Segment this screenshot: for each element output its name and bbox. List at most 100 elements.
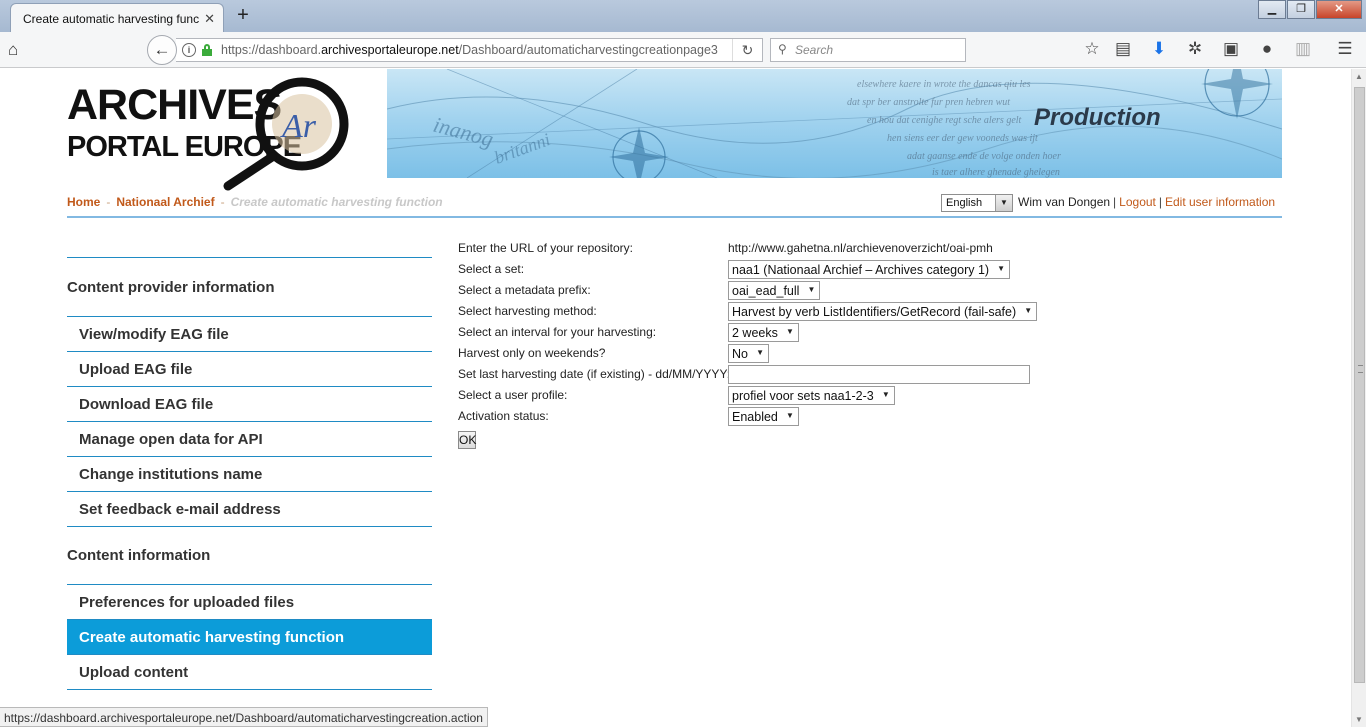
new-tab-button[interactable]: + xyxy=(232,4,254,27)
search-placeholder: Search xyxy=(795,43,834,57)
repository-url-label: Enter the URL of your repository: xyxy=(458,241,633,255)
addon-icon[interactable]: ● xyxy=(1256,39,1278,59)
vertical-scrollbar[interactable]: ▲ ▼ xyxy=(1351,69,1366,727)
breadcrumb: Home - Nationaal Archief - Create automatic … xyxy=(67,195,443,209)
chevron-down-icon: ▼ xyxy=(997,264,1006,273)
chevron-down-icon: ▼ xyxy=(807,285,816,294)
sidebar-icon[interactable]: ▣ xyxy=(1220,39,1242,59)
url-domain: archivesportaleurope.net xyxy=(321,43,459,57)
title-bar: Create automatic harvesting func ✕ + ▁ ❐… xyxy=(0,0,1366,32)
bookmark-star-icon[interactable]: ☆ xyxy=(1081,39,1103,59)
breadcrumb-home-link[interactable]: Home xyxy=(67,195,100,209)
user-profile-label: Select a user profile: xyxy=(458,388,568,402)
extension-icon[interactable]: ✲ xyxy=(1184,39,1206,59)
user-profile-select[interactable]: profiel voor sets naa1-2-3 ▼ xyxy=(728,386,895,405)
status-bar: https://dashboard.archivesportaleurope.n… xyxy=(0,707,488,727)
edit-user-link[interactable]: Edit user information xyxy=(1165,195,1275,209)
interval-value: 2 weeks xyxy=(732,326,778,340)
harvesting-form: Enter the URL of your repository: http:/… xyxy=(458,241,1058,451)
url-path: /Dashboard/automaticharvestingcreationpa… xyxy=(458,43,718,57)
harvesting-method-value: Harvest by verb ListIdentifiers/GetRecor… xyxy=(732,305,1017,319)
user-name: Wim van Dongen xyxy=(1018,195,1111,209)
nav-bar: ⌂ i https://dashboard.archivesportaleuro… xyxy=(0,32,1366,68)
activation-status-select[interactable]: Enabled ▼ xyxy=(728,407,799,426)
interval-label: Select an interval for your harvesting: xyxy=(458,325,657,339)
maximize-button[interactable]: ❐ xyxy=(1287,0,1315,19)
page-content: ARCHIVES PORTAL EUROPE Ar inanog britann… xyxy=(0,69,1351,727)
sidebar-item-upload-eag[interactable]: Upload EAG file xyxy=(67,352,432,387)
sidebar-item-upload-content[interactable]: Upload content xyxy=(67,655,432,690)
user-profile-value: profiel voor sets naa1-2-3 xyxy=(732,389,874,403)
logout-link[interactable]: Logout xyxy=(1119,195,1156,209)
metadata-prefix-select[interactable]: oai_ead_full ▼ xyxy=(728,281,821,300)
harvesting-method-select[interactable]: Harvest by verb ListIdentifiers/GetRecor… xyxy=(728,302,1038,321)
scroll-thumb[interactable] xyxy=(1354,87,1365,683)
sidebar-item-view-modify-eag[interactable]: View/modify EAG file xyxy=(67,317,432,352)
scroll-down-icon[interactable]: ▼ xyxy=(1355,715,1363,724)
search-input[interactable]: ⚲ Search xyxy=(770,38,966,62)
svg-text:is taer alhere ghenade ghelege: is taer alhere ghenade ghelegen xyxy=(932,167,1060,178)
home-icon[interactable]: ⌂ xyxy=(8,40,18,60)
download-icon[interactable]: ⬇ xyxy=(1148,39,1170,59)
close-window-button[interactable]: ✕ xyxy=(1316,0,1362,19)
reading-list-icon[interactable]: ▤ xyxy=(1112,39,1134,59)
last-harvest-date-label: Set last harvesting date (if existing) -… xyxy=(458,367,731,381)
set-select[interactable]: naa1 (Nationaal Archief – Archives categ… xyxy=(728,260,1011,279)
weekends-select[interactable]: No ▼ xyxy=(728,344,769,363)
svg-text:adat gaanse ende de volge onde: adat gaanse ende de volge onden hoer xyxy=(907,151,1061,162)
sidebar-item-preferences[interactable]: Preferences for uploaded files xyxy=(67,585,432,620)
weekends-label: Harvest only on weekends? xyxy=(458,346,606,360)
chevron-down-icon: ▼ xyxy=(1024,306,1033,315)
chevron-down-icon: ▼ xyxy=(756,348,764,357)
svg-text:en hou dat cenighe regt sche a: en hou dat cenighe regt sche alers gelt xyxy=(867,115,1022,126)
svg-text:britanni: britanni xyxy=(492,129,553,168)
back-button[interactable]: ← xyxy=(147,35,177,65)
ok-button[interactable]: OK xyxy=(458,431,476,449)
info-icon[interactable]: i xyxy=(182,43,196,57)
tab-title: Create automatic harvesting func xyxy=(23,12,200,26)
svg-text:inanog: inanog xyxy=(431,112,497,152)
weekends-value: No xyxy=(732,347,748,361)
sidebar-item-download-eag[interactable]: Download EAG file xyxy=(67,387,432,422)
chevron-down-icon: ▼ xyxy=(785,327,794,336)
svg-text:hen siens eer der gew vooneds: hen siens eer der gew vooneds was ijt xyxy=(887,133,1038,144)
logo-mark: Ar xyxy=(280,108,317,145)
breadcrumb-institution-link[interactable]: Nationaal Archief xyxy=(116,195,214,209)
menu-icon[interactable]: ☰ xyxy=(1334,39,1356,59)
svg-text:elsewhere kaere in wrote the d: elsewhere kaere in wrote the dancas qiu … xyxy=(857,79,1031,90)
reload-icon[interactable]: ↻ xyxy=(732,39,762,61)
sidebar-heading-provider: Content provider information xyxy=(67,279,275,296)
last-harvest-date-input[interactable] xyxy=(728,365,1030,384)
sidebar-item-open-data-api[interactable]: Manage open data for API xyxy=(67,422,432,457)
lock-icon xyxy=(202,44,212,56)
sidebar-item-change-name[interactable]: Change institutions name xyxy=(67,457,432,492)
header-banner: inanog britanni elsewhere kaere in wrote… xyxy=(387,69,1282,178)
scroll-up-icon[interactable]: ▲ xyxy=(1355,72,1363,81)
sidebar-heading-content: Content information xyxy=(67,547,211,564)
language-select[interactable]: English ▼ xyxy=(941,194,1013,212)
close-icon[interactable]: ✕ xyxy=(204,11,215,27)
breadcrumb-current: Create automatic harvesting function xyxy=(230,195,443,209)
reader-view-icon[interactable]: ▥ xyxy=(1292,39,1314,59)
window-controls: ▁ ❐ ✕ xyxy=(1257,0,1362,19)
minimize-button[interactable]: ▁ xyxy=(1258,0,1286,19)
set-value: naa1 (Nationaal Archief – Archives categ… xyxy=(732,263,990,277)
svg-text:dat spr ber anstrolte fur pren: dat spr ber anstrolte fur pren hebren wu… xyxy=(847,97,1010,108)
archives-portal-europe-logo[interactable]: ARCHIVES PORTAL EUROPE Ar xyxy=(67,77,367,191)
environment-label: Production xyxy=(1034,104,1161,131)
chevron-down-icon: ▼ xyxy=(785,411,794,420)
browser-tab[interactable]: Create automatic harvesting func ✕ xyxy=(10,3,224,32)
url-prefix: https://dashboard. xyxy=(221,43,322,57)
magnifier-icon: Ar xyxy=(223,77,349,191)
url-bar[interactable]: i https://dashboard.archivesportaleurope… xyxy=(176,38,763,62)
sidebar-item-automatic-harvesting[interactable]: Create automatic harvesting function xyxy=(67,620,432,655)
sidebar: Content provider information View/modify… xyxy=(67,257,432,690)
metadata-prefix-label: Select a metadata prefix: xyxy=(458,283,591,297)
sidebar-item-feedback-email[interactable]: Set feedback e-mail address xyxy=(67,492,432,527)
chevron-down-icon: ▼ xyxy=(881,390,890,399)
header-divider xyxy=(67,216,1282,218)
activation-status-label: Activation status: xyxy=(458,409,549,423)
activation-status-value: Enabled xyxy=(732,410,778,424)
chevron-down-icon: ▼ xyxy=(995,195,1012,211)
interval-select[interactable]: 2 weeks ▼ xyxy=(728,323,799,342)
